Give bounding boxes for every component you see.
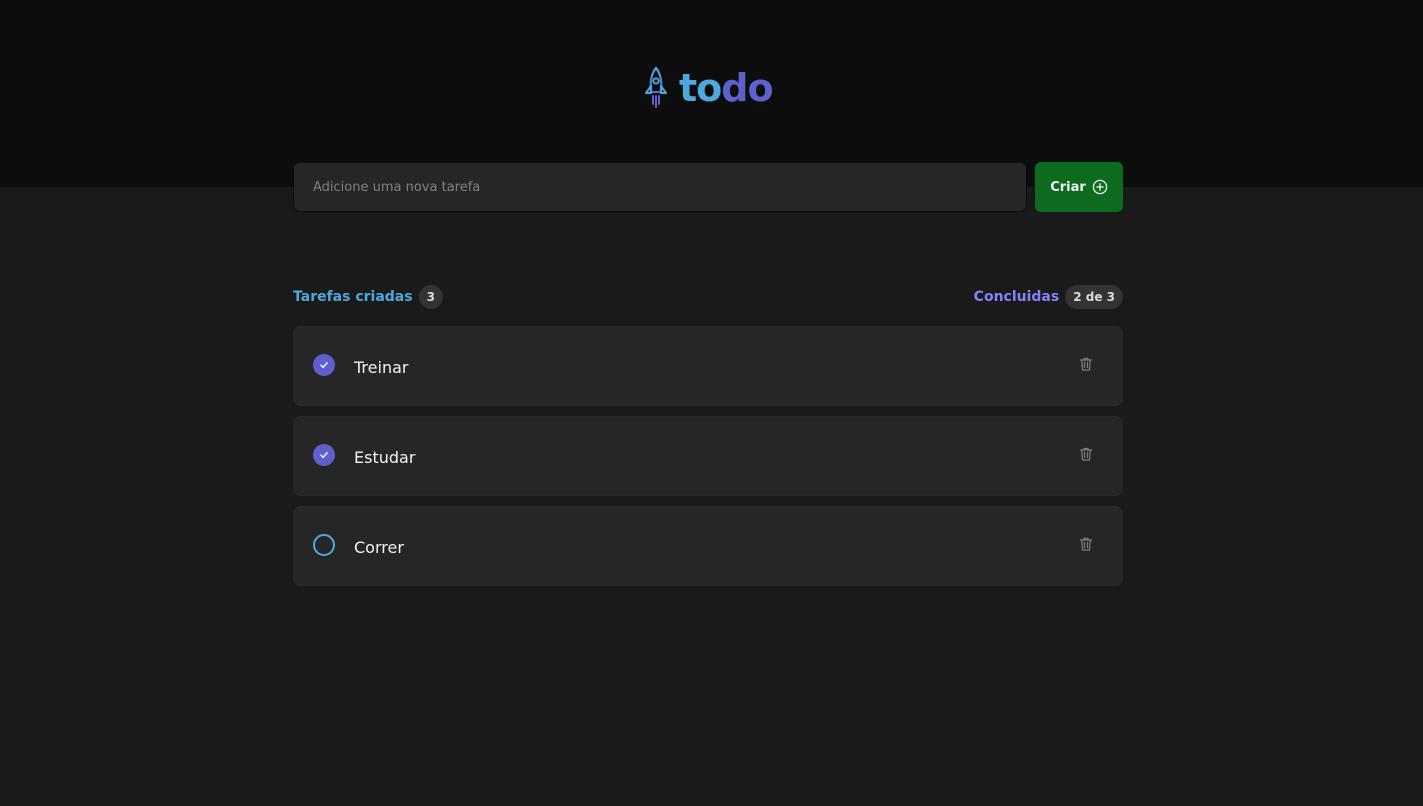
task-text: Estudar: [354, 448, 416, 467]
logo-text-to: to: [679, 66, 722, 110]
check-icon: [320, 451, 328, 458]
trash-icon: [1079, 537, 1093, 551]
created-count-badge: 3: [418, 285, 443, 309]
create-button[interactable]: Criar: [1035, 162, 1123, 212]
delete-task-button[interactable]: [1074, 442, 1098, 466]
plus-circle-icon: [1092, 179, 1108, 195]
task-text: Correr: [354, 538, 404, 557]
rocket-icon: [645, 66, 667, 108]
delete-task-button[interactable]: [1074, 352, 1098, 376]
trash-icon: [1079, 357, 1093, 371]
task-checkbox[interactable]: [313, 443, 335, 466]
new-task-input[interactable]: [293, 162, 1027, 212]
delete-task-button[interactable]: [1074, 532, 1098, 556]
done-label: Concluidas: [973, 289, 1060, 305]
check-icon: [320, 361, 328, 368]
done-count-badge: 2 de 3: [1065, 285, 1123, 309]
logo-text: todo: [679, 66, 774, 110]
created-label: Tarefas criadas: [293, 289, 413, 305]
task-item: Correr: [293, 506, 1123, 586]
task-list: Treinar Estudar Correr: [293, 326, 1123, 586]
new-task-form: Criar: [293, 162, 1123, 212]
task-item: Treinar: [293, 326, 1123, 406]
task-checkbox[interactable]: [313, 533, 335, 556]
logo-text-do: do: [721, 66, 773, 110]
task-item: Estudar: [293, 416, 1123, 496]
done-counter: Concluidas 2 de 3: [974, 285, 1123, 309]
trash-icon: [1079, 447, 1093, 461]
task-counters: Tarefas criadas 3 Concluidas 2 de 3: [293, 284, 1123, 310]
logo: todo: [643, 66, 774, 110]
task-text: Treinar: [354, 358, 409, 377]
create-button-label: Criar: [1050, 179, 1086, 195]
created-counter: Tarefas criadas 3: [293, 285, 443, 309]
task-checkbox[interactable]: [313, 353, 335, 376]
